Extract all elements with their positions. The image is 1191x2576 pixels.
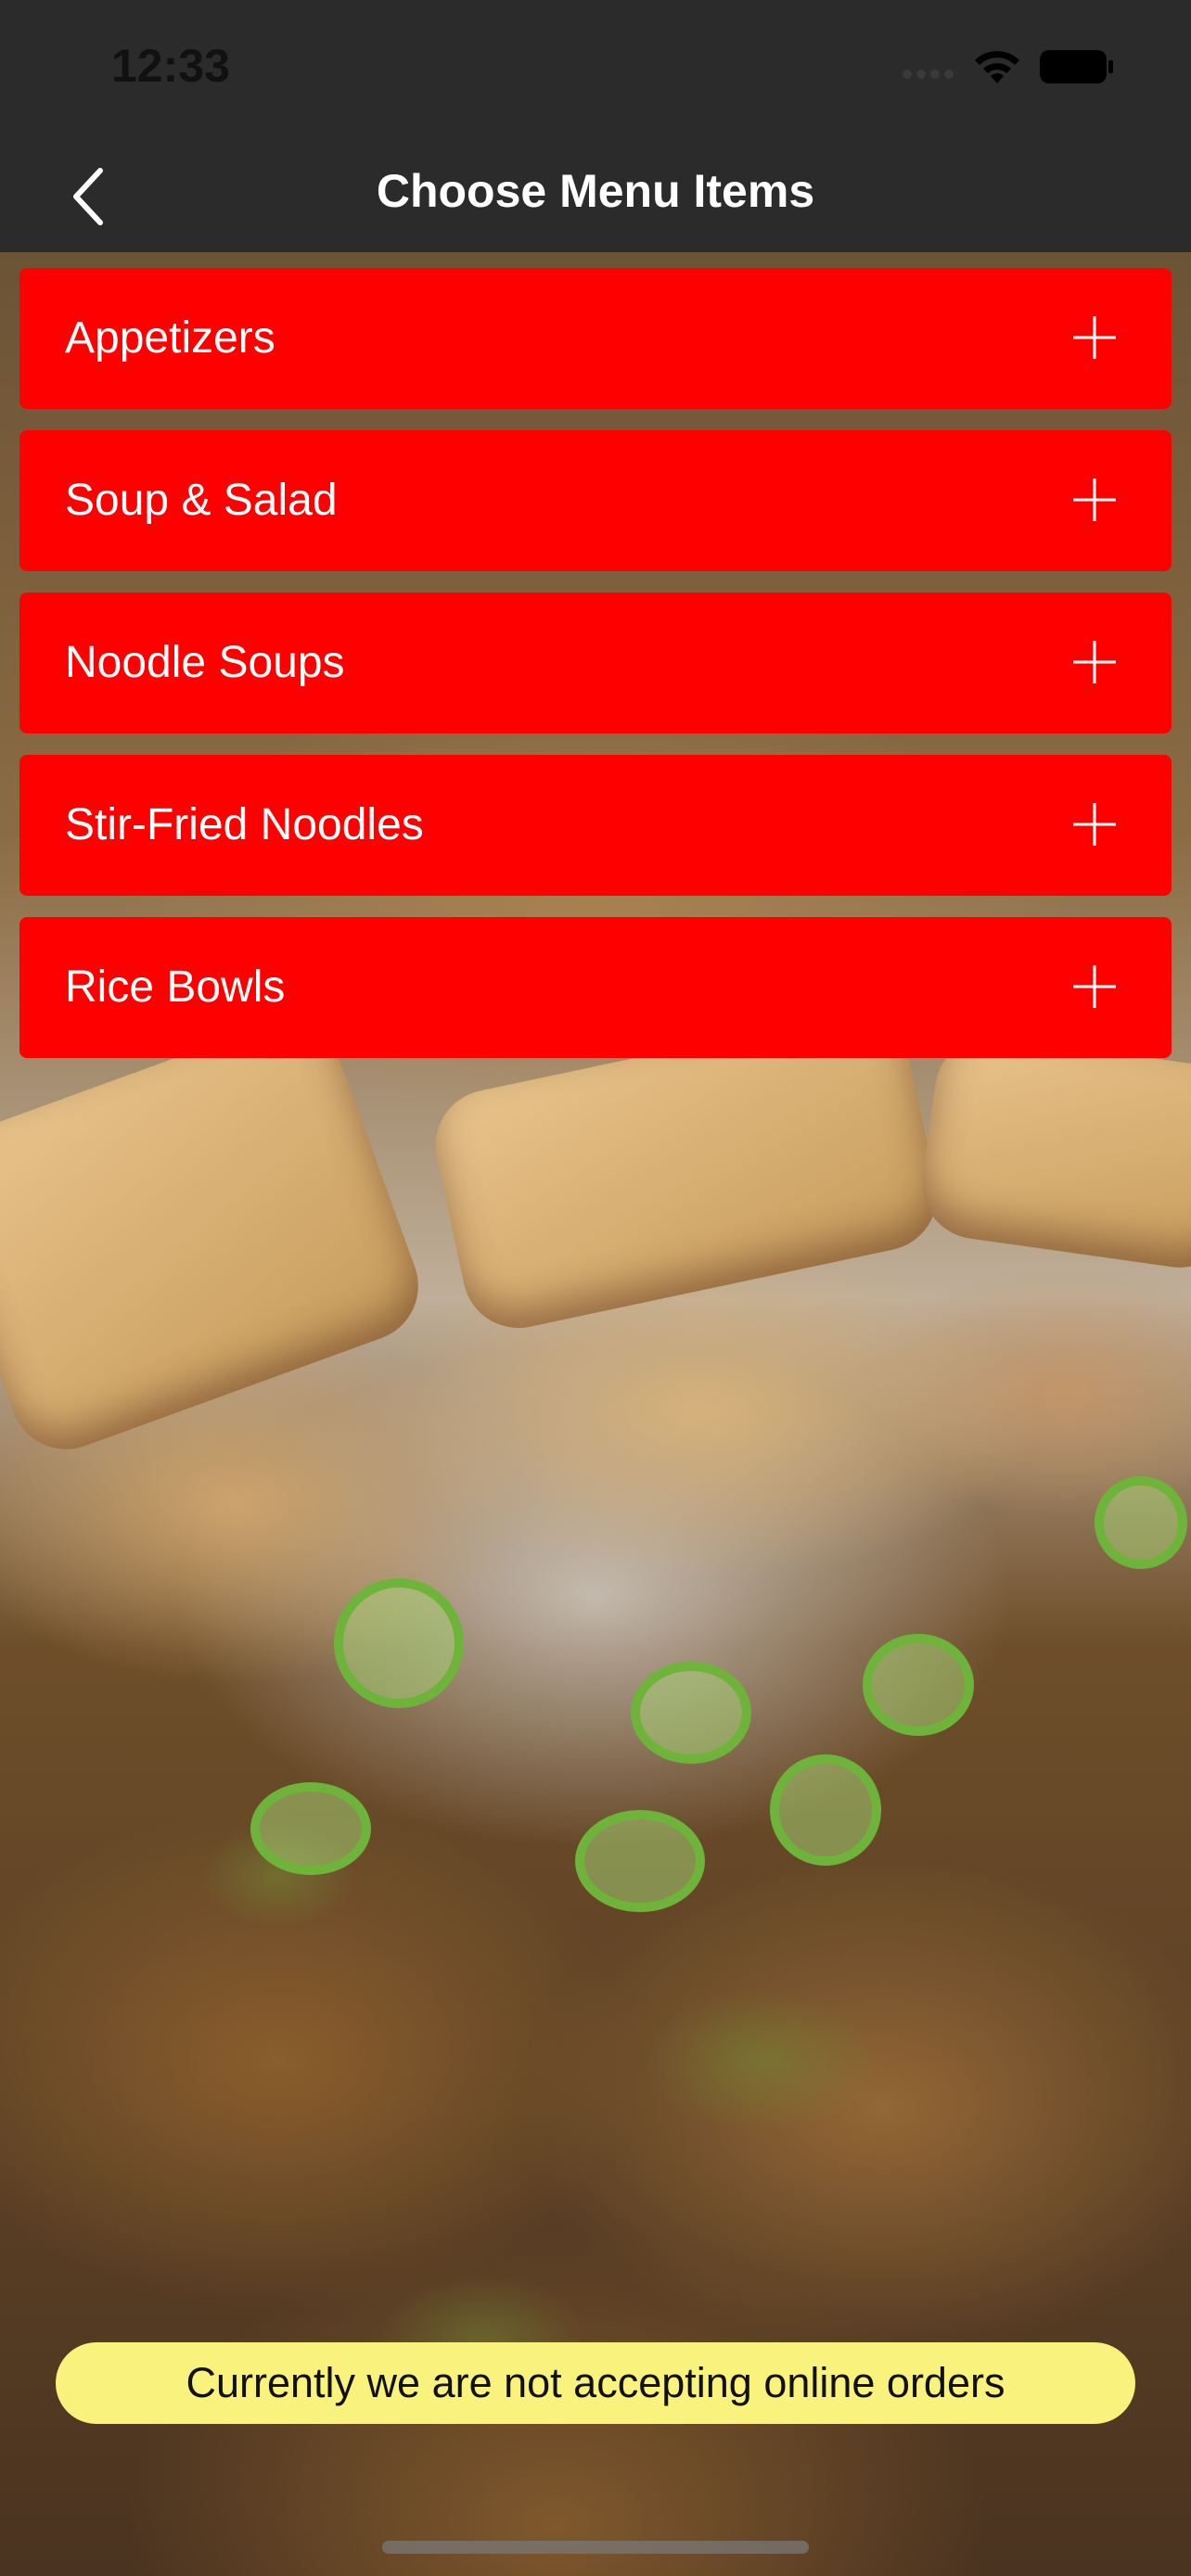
menu-category-rice-bowls[interactable]: Rice Bowls	[19, 917, 1172, 1058]
plus-icon	[1073, 641, 1116, 683]
plus-icon	[1073, 803, 1116, 846]
scallion-garnish	[863, 1634, 974, 1736]
battery-icon	[1040, 50, 1113, 83]
scallion-garnish	[334, 1578, 464, 1708]
menu-category-list: Appetizers Soup & Salad Noodle Soups Sti…	[19, 268, 1172, 1079]
menu-category-appetizers[interactable]: Appetizers	[19, 268, 1172, 409]
menu-category-label: Noodle Soups	[65, 638, 345, 687]
menu-category-noodle-soups[interactable]: Noodle Soups	[19, 593, 1172, 733]
navigation-bar: Choose Menu Items	[0, 139, 1191, 252]
scallion-garnish	[1095, 1476, 1187, 1569]
page-title: Choose Menu Items	[376, 165, 815, 217]
menu-category-soup-salad[interactable]: Soup & Salad	[19, 430, 1172, 571]
ordering-unavailable-banner: Currently we are not accepting online or…	[56, 2342, 1135, 2424]
menu-category-label: Soup & Salad	[65, 476, 338, 525]
menu-category-label: Rice Bowls	[65, 963, 286, 1012]
wifi-icon	[975, 51, 1019, 83]
plus-icon	[1073, 965, 1116, 1008]
scallion-garnish	[250, 1782, 371, 1875]
cellular-signal-icon	[903, 70, 954, 79]
plus-icon	[1073, 478, 1116, 521]
plus-icon	[1073, 316, 1116, 359]
home-indicator[interactable]	[382, 2541, 809, 2554]
menu-category-label: Appetizers	[65, 313, 275, 363]
menu-category-label: Stir-Fried Noodles	[65, 800, 424, 849]
scallion-garnish	[575, 1810, 705, 1912]
scallion-garnish	[770, 1754, 881, 1866]
menu-category-stir-fried-noodles[interactable]: Stir-Fried Noodles	[19, 755, 1172, 896]
scallion-garnish	[631, 1662, 751, 1764]
status-time: 12:33	[111, 40, 230, 92]
status-bar: 12:33	[0, 0, 1191, 139]
